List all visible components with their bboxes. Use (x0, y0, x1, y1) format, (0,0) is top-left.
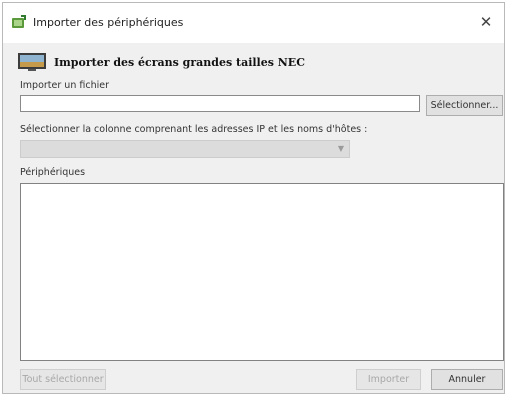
select-all-button[interactable]: Tout sélectionner (20, 369, 106, 390)
cancel-button[interactable]: Annuler (431, 369, 503, 390)
import-file-label: Importer un fichier (20, 80, 109, 91)
devices-list[interactable] (20, 183, 504, 361)
title-bar: Importer des périphériques ✕ (3, 3, 504, 43)
close-icon[interactable]: ✕ (474, 10, 498, 34)
column-select-label: Sélectionner la colonne comprenant les a… (20, 124, 368, 135)
import-button[interactable]: Importer (356, 369, 421, 390)
monitor-icon (18, 53, 46, 71)
column-dropdown[interactable]: ▼ (20, 140, 350, 158)
import-devices-dialog: Importer des périphériques ✕ Importer de… (2, 2, 505, 394)
devices-label: Périphériques (20, 167, 86, 178)
browse-button[interactable]: Sélectionner... (426, 95, 503, 116)
window-title: Importer des périphériques (33, 16, 184, 29)
import-devices-icon (11, 14, 27, 30)
file-path-input[interactable] (20, 95, 420, 112)
chevron-down-icon: ▼ (337, 144, 344, 153)
section-title: Importer des écrans grandes tailles NEC (54, 56, 305, 69)
